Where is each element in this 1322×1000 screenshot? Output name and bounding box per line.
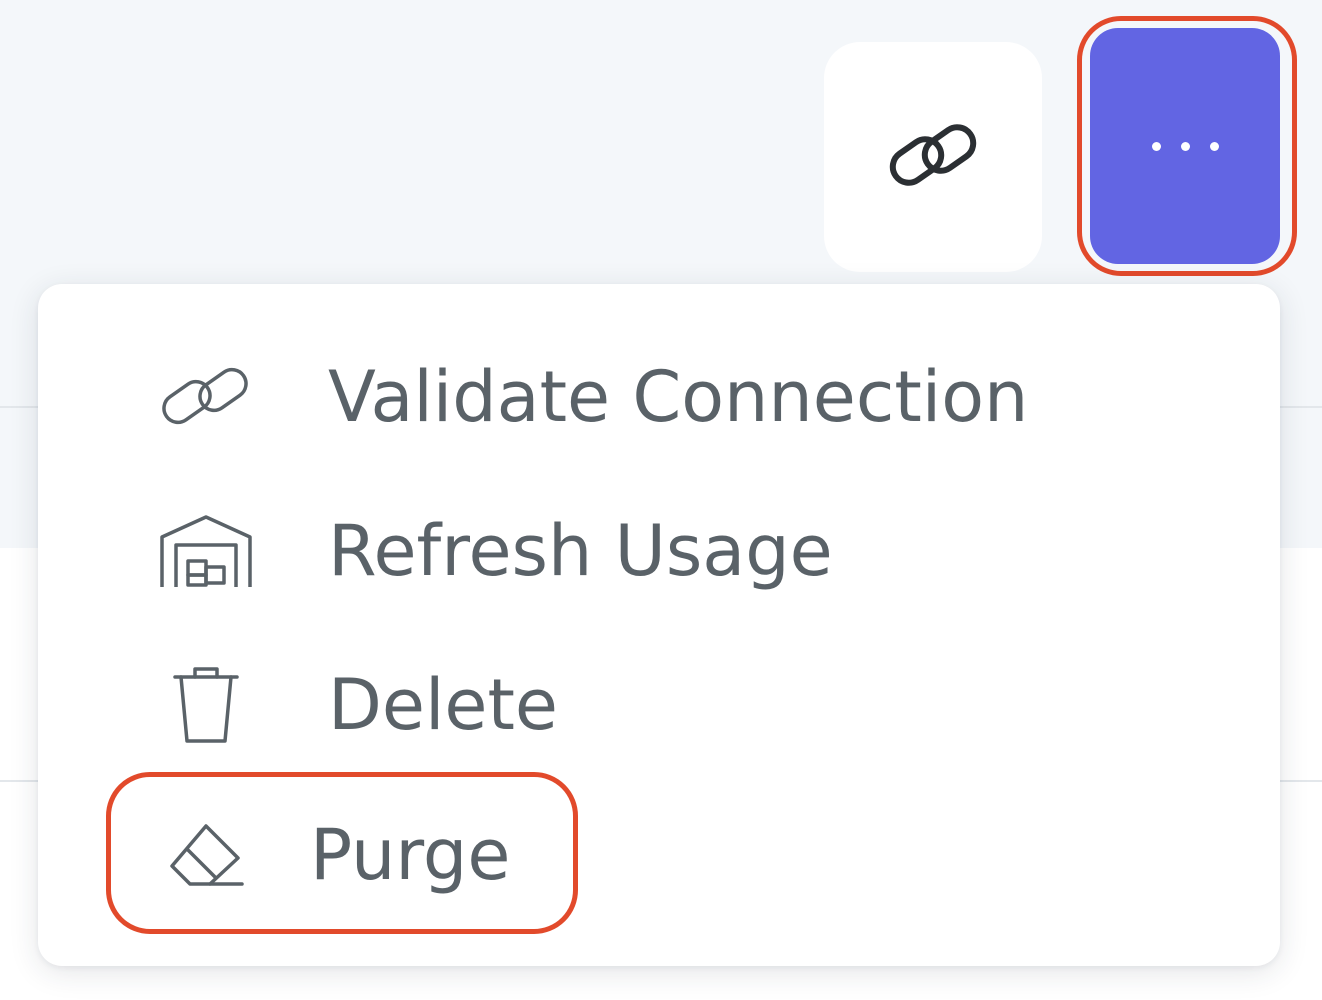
menu-item-purge[interactable]: Purge bbox=[38, 790, 1280, 920]
menu-item-validate-connection[interactable]: Validate Connection bbox=[38, 332, 1280, 462]
menu-item-label: Delete bbox=[328, 664, 558, 746]
menu-item-label: Refresh Usage bbox=[328, 510, 833, 592]
ellipsis-icon bbox=[1151, 141, 1219, 151]
link-icon bbox=[156, 347, 256, 447]
link-icon bbox=[883, 115, 983, 199]
menu-item-delete[interactable]: Delete bbox=[38, 640, 1280, 770]
menu-item-label: Purge bbox=[310, 814, 511, 896]
menu-item-label: Validate Connection bbox=[328, 356, 1029, 438]
link-button[interactable] bbox=[824, 42, 1042, 272]
menu-item-refresh-usage[interactable]: Refresh Usage bbox=[38, 486, 1280, 616]
actions-dropdown-menu: Validate Connection Refresh Usage Delete… bbox=[38, 284, 1280, 966]
eraser-icon bbox=[156, 805, 256, 905]
more-options-button[interactable] bbox=[1090, 28, 1280, 264]
warehouse-icon bbox=[156, 501, 256, 601]
trash-icon bbox=[156, 655, 256, 755]
